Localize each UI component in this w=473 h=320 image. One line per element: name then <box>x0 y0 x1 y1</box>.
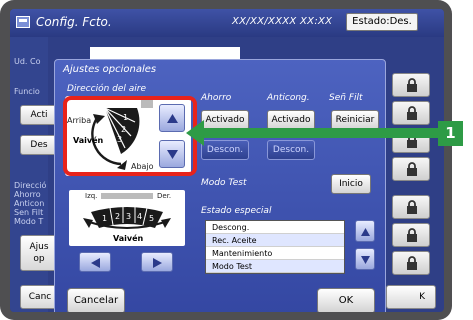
bg-optional-label-1: Ajus <box>29 242 49 252</box>
dialog-title: Ajustes opcionales <box>63 64 157 75</box>
bg-label-testmode: Modo T <box>14 217 44 226</box>
lock-button-6[interactable] <box>392 223 430 247</box>
special-state-label: Estado especial <box>201 206 272 216</box>
triangle-up-icon <box>361 228 370 236</box>
special-state-list: Descong. Rec. Aceite Mantenimiento Modo … <box>205 220 345 274</box>
bg-label-direction: Direcció <box>14 181 47 190</box>
title-bar: Config. Fcto. XX/XX/XXXX XX:XX Estado:De… <box>10 9 444 37</box>
ahorro-label: Ahorro <box>201 93 232 103</box>
horizontal-direction-display: Izq. Der. 1 2 3 4 5 Vaivén <box>69 190 185 246</box>
bg-label-antifreeze: Anticon <box>14 199 45 208</box>
horizontal-position-3: 3 <box>126 212 131 221</box>
lock-button-1[interactable] <box>392 73 430 97</box>
bg-optional-label-2: op <box>33 254 45 264</box>
callout-arrow <box>196 128 438 138</box>
bg-ok-button[interactable]: K <box>386 285 436 309</box>
bg-activate-button[interactable]: Acti <box>20 105 58 125</box>
ahorro-on-button[interactable]: Activado <box>201 110 249 130</box>
triangle-right-icon <box>153 258 162 268</box>
lock-button-2[interactable] <box>392 101 430 125</box>
horizontal-position-1: 1 <box>102 214 107 223</box>
lock-icon <box>407 106 417 120</box>
lock-icon <box>407 200 417 214</box>
lock-icon <box>407 256 417 270</box>
filter-reset-button[interactable]: Reiniciar <box>331 110 379 130</box>
air-direction-label: Dirección del aire <box>67 84 147 94</box>
status-button[interactable]: Estado:Des. <box>346 13 418 31</box>
list-item[interactable]: Descong. <box>206 221 344 234</box>
horizontal-position-4: 4 <box>137 212 142 221</box>
list-item[interactable]: Mantenimiento <box>206 247 344 260</box>
optional-settings-dialog: Ajustes opcionales Dirección del aire 1 … <box>54 59 386 312</box>
list-item[interactable]: Modo Test <box>206 260 344 273</box>
test-mode-label: Modo Test <box>201 178 247 188</box>
ahorro-off-button[interactable]: Descon. <box>201 140 249 160</box>
list-scroll-down-button[interactable] <box>355 248 375 270</box>
highlight-frame <box>63 96 197 176</box>
cancel-button[interactable]: Cancelar <box>67 288 125 312</box>
horizontal-position-5: 5 <box>149 214 154 223</box>
triangle-down-icon <box>361 256 370 264</box>
bg-label-function: Funcio <box>14 87 40 96</box>
triangle-left-icon <box>91 258 100 268</box>
bg-optional-settings-button[interactable]: Ajus op <box>20 235 58 271</box>
horizontal-position-2: 2 <box>115 212 120 221</box>
bg-label-filter: Sen Filt <box>14 208 44 217</box>
list-item[interactable]: Rec. Aceite <box>206 234 344 247</box>
bg-deactivate-button[interactable]: Des <box>20 135 58 155</box>
lock-icon <box>407 78 417 92</box>
callout-arrow-head <box>186 120 204 146</box>
lock-button-7[interactable] <box>392 251 430 275</box>
list-scroll-up-button[interactable] <box>355 220 375 242</box>
horizontal-left-button[interactable] <box>79 252 111 272</box>
test-mode-start-button[interactable]: Inicio <box>331 174 371 194</box>
lock-button-4[interactable] <box>392 157 430 181</box>
lock-icon <box>407 162 417 176</box>
callout-number: 1 <box>438 121 463 146</box>
bg-label-saving: Ahorro <box>14 190 41 199</box>
window-title: Config. Fcto. <box>36 15 112 29</box>
label-right: Der. <box>157 192 172 200</box>
screen: Config. Fcto. XX/XX/XXXX XX:XX Estado:De… <box>10 9 444 312</box>
monitor-icon <box>16 16 30 28</box>
lock-icon <box>407 228 417 242</box>
anticong-off-button[interactable]: Descon. <box>267 140 315 160</box>
sen-filt-label: Señ Filt <box>329 93 363 103</box>
datetime: XX/XX/XXXX XX:XX <box>232 16 333 27</box>
unit-bar <box>101 193 153 199</box>
bg-label-unit: Ud. Co <box>14 57 41 66</box>
ok-button[interactable]: OK <box>317 288 375 312</box>
anticong-on-button[interactable]: Activado <box>267 110 315 130</box>
label-left: Izq. <box>85 192 98 200</box>
lock-button-5[interactable] <box>392 195 430 219</box>
horizontal-right-button[interactable] <box>141 252 173 272</box>
label-swing-horizontal: Vaivén <box>113 234 144 243</box>
anticong-label: Anticong. <box>267 93 310 103</box>
